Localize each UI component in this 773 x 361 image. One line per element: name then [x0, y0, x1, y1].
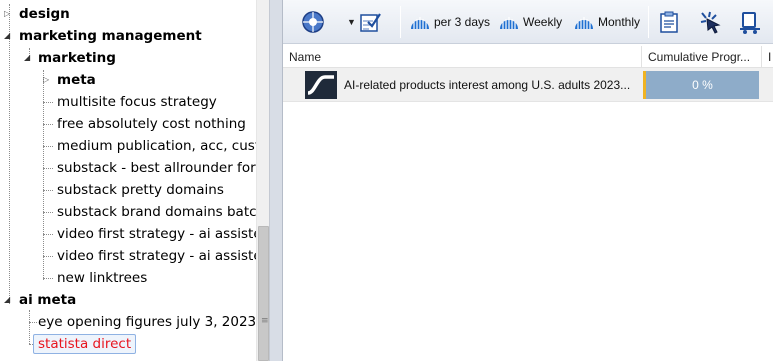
toolbar-separator: [400, 6, 401, 38]
toolbar-separator: [648, 6, 649, 38]
tree-node[interactable]: meta: [57, 69, 96, 91]
settings-button[interactable]: [301, 6, 325, 38]
wave-chart-icon: [500, 17, 518, 29]
column-header-name[interactable]: Name: [283, 46, 642, 68]
gear-globe-icon: [302, 11, 324, 33]
pane-splitter[interactable]: [269, 0, 283, 361]
weekly-label: Weekly: [523, 15, 563, 29]
table-row[interactable]: AI-related products interest among U.S. …: [283, 68, 773, 102]
pointer-burst-icon: [700, 11, 721, 34]
tree-node[interactable]: substack - best allrounder for: [57, 157, 256, 179]
column-header-extra[interactable]: I: [762, 46, 773, 68]
column-header-progress[interactable]: Cumulative Progr...: [642, 46, 762, 68]
clipboard-icon: [660, 11, 678, 33]
tree-node[interactable]: marketing: [38, 47, 116, 69]
tree-connector: [29, 310, 30, 344]
tree-node[interactable]: substack brand domains batch: [57, 201, 256, 223]
tree-connector: [43, 256, 53, 257]
row-name: AI-related products interest among U.S. …: [344, 78, 631, 92]
tree-connector: [43, 278, 53, 279]
tree-node-selected[interactable]: statista direct: [33, 334, 137, 354]
tree-connector: [43, 102, 53, 103]
expand-collapsed-icon[interactable]: ▷: [4, 3, 10, 25]
tree-connector: [43, 168, 53, 169]
content-pane: ▼ per 3 days Weekly Monthly Name Cumulat…: [283, 0, 773, 361]
check-list-button[interactable]: [359, 6, 381, 38]
expand-open-icon[interactable]: ◢: [4, 289, 10, 311]
tree-connector: [9, 4, 10, 304]
per-3-days-button[interactable]: per 3 days: [410, 6, 490, 38]
progress-bar: 0 %: [643, 71, 759, 99]
weekly-button[interactable]: Weekly: [499, 6, 562, 38]
tree-connector: [43, 124, 53, 125]
tree-scrollbar[interactable]: ≡: [256, 0, 269, 361]
toolbar: ▼ per 3 days Weekly Monthly: [283, 0, 773, 44]
expand-open-icon[interactable]: ◢: [24, 47, 30, 69]
tree-node[interactable]: ai meta: [19, 289, 76, 311]
tree-scrollbar-thumb[interactable]: ≡: [258, 226, 269, 361]
tree-connector: [43, 212, 53, 213]
statista-logo-icon: [305, 71, 337, 99]
pointer-button[interactable]: [697, 6, 723, 38]
tree-view[interactable]: ▷ ◢ ◢ ▷ ◢ design marketing management ma…: [0, 0, 256, 361]
expand-collapsed-icon[interactable]: ▷: [43, 69, 49, 91]
expand-open-icon[interactable]: ◢: [4, 25, 10, 47]
tree-node[interactable]: design: [19, 3, 70, 25]
progress-text: 0 %: [692, 78, 713, 92]
tree-node[interactable]: new linktrees: [57, 267, 147, 289]
monthly-label: Monthly: [598, 15, 641, 29]
tree-connector: [43, 234, 53, 235]
tree-node[interactable]: free absolutely cost nothing: [57, 113, 246, 135]
tree-node[interactable]: multisite focus strategy: [57, 91, 217, 113]
tree-node[interactable]: eye opening figures july 3, 2023: [38, 311, 256, 333]
tree-node[interactable]: medium publication, acc, custom domain: [57, 135, 256, 157]
clipboard-button[interactable]: [658, 6, 680, 38]
checklist-icon: [360, 13, 381, 32]
wave-chart-icon: [575, 17, 593, 29]
tree-node[interactable]: marketing management: [19, 25, 202, 47]
chevron-down-icon[interactable]: ▼: [347, 6, 356, 38]
grid-header: Name Cumulative Progr... I: [283, 46, 773, 68]
tree-node[interactable]: substack pretty domains: [57, 179, 224, 201]
tree-connector: [43, 190, 53, 191]
cart-button[interactable]: [737, 6, 763, 38]
grip-icon: ≡: [261, 316, 269, 326]
per-3-days-label: per 3 days: [434, 15, 491, 29]
wave-chart-icon: [411, 17, 429, 29]
monthly-button[interactable]: Monthly: [574, 6, 640, 38]
cart-icon: [740, 12, 760, 34]
tree-connector: [29, 322, 37, 323]
tree-node[interactable]: video first strategy - ai assisted: [57, 245, 256, 267]
tree-node[interactable]: video first strategy - ai assisted: [57, 223, 256, 245]
tree-connector: [43, 146, 53, 147]
